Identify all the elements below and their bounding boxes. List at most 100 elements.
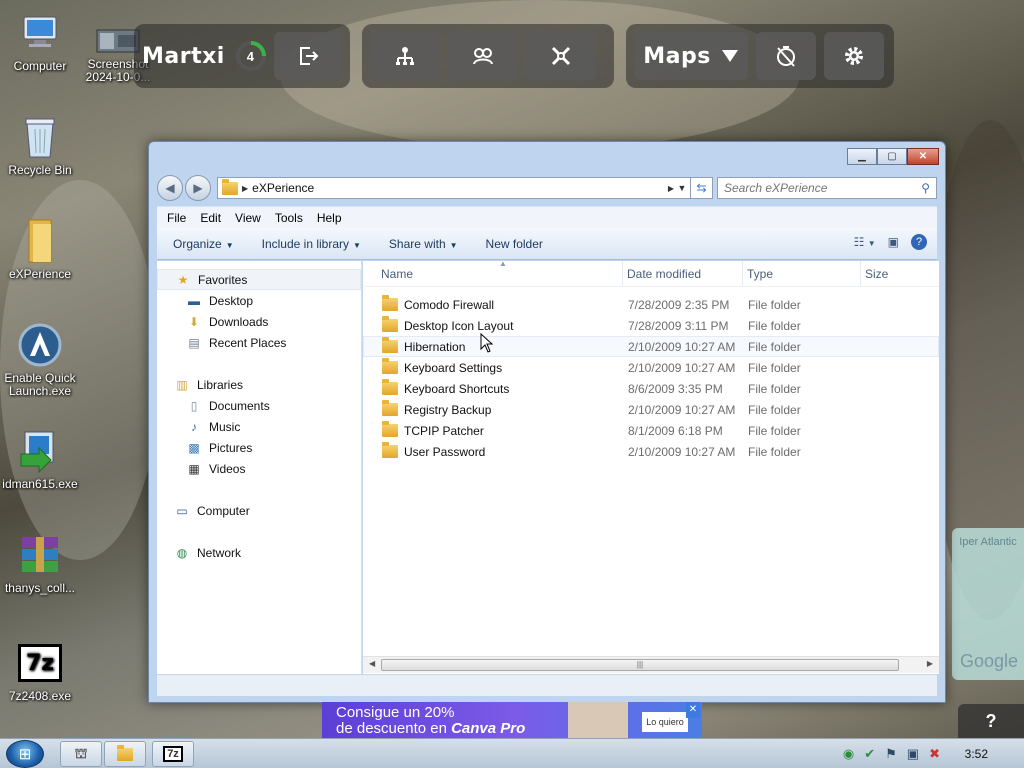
scrollbar-thumb[interactable]: |||: [381, 659, 899, 671]
star-icon: ★: [177, 272, 189, 287]
crossed-swords-icon: [551, 46, 571, 66]
search-input[interactable]: [724, 181, 922, 195]
file-list: ▲ Name Date modified Type Size Comodo Fi…: [363, 259, 939, 674]
desktop-icon-label: thanys_coll...: [4, 581, 76, 595]
action-center-flag-icon[interactable]: ⚑: [885, 746, 897, 762]
display-tray-icon[interactable]: ▣: [907, 746, 919, 762]
back-button[interactable]: ◀: [157, 175, 183, 201]
nav-videos[interactable]: ▦ Videos: [157, 458, 361, 479]
scroll-left-icon[interactable]: ◀: [369, 659, 375, 668]
file-row[interactable]: Keyboard Shortcuts 8/6/2009 3:35 PM File f…: [363, 378, 939, 399]
include-in-library-button[interactable]: Include in library ▼: [262, 237, 361, 251]
nav-network[interactable]: ◍ Network: [157, 542, 361, 563]
ad-image: [568, 702, 628, 739]
hierarchy-icon: [396, 47, 414, 65]
desktop-icon-7z[interactable]: 7z 7z2408.exe: [0, 640, 80, 703]
breadcrumb-current[interactable]: eXPerience: [252, 181, 668, 195]
file-row[interactable]: TCPIP Patcher 8/1/2009 6:18 PM File folder: [363, 420, 939, 441]
group-button[interactable]: [448, 32, 518, 80]
nav-favorites[interactable]: ★ Favorites: [157, 269, 361, 290]
file-row[interactable]: Keyboard Settings 2/10/2009 10:27 AM File …: [363, 357, 939, 378]
view-options-button[interactable]: ☷ ▼: [854, 235, 876, 249]
minimize-button[interactable]: ▁: [847, 148, 877, 165]
logout-button[interactable]: [274, 32, 342, 80]
file-row[interactable]: Registry Backup 2/10/2009 10:27 AM File fo…: [363, 399, 939, 420]
column-size[interactable]: Size: [861, 261, 939, 286]
nav-pictures[interactable]: ▩ Pictures: [157, 437, 361, 458]
preview-pane-button[interactable]: ▣: [888, 235, 899, 249]
column-date-modified[interactable]: Date modified: [623, 261, 743, 286]
window-titlebar[interactable]: ▁ ▢ ✕: [149, 142, 945, 172]
new-folder-button[interactable]: New folder: [486, 237, 543, 251]
menu-edit[interactable]: Edit: [200, 211, 221, 225]
nav-libraries[interactable]: ▥ Libraries: [157, 374, 361, 395]
address-bar[interactable]: ▶ eXPerience ▶ ▼: [217, 177, 691, 199]
libraries-icon: ▥: [176, 377, 188, 392]
help-button[interactable]: ?: [958, 704, 1024, 738]
map-preview[interactable]: Iper Atlantic Google: [952, 528, 1024, 680]
file-row[interactable]: Hibernation 2/10/2009 10:27 AM File folder: [363, 336, 939, 357]
maps-dropdown[interactable]: Maps: [634, 32, 748, 80]
start-button[interactable]: ⊞: [6, 740, 44, 768]
nav-recent-places[interactable]: ▤ Recent Places: [157, 332, 361, 353]
organize-button[interactable]: Organize ▼: [173, 237, 234, 251]
menu-bar: File Edit View Tools Help: [157, 206, 937, 228]
menu-help[interactable]: Help: [317, 211, 342, 225]
nav-desktop[interactable]: ▬ Desktop: [157, 290, 361, 311]
nav-computer[interactable]: ▭ Computer: [157, 500, 361, 521]
taskbar-clock[interactable]: 3:52: [965, 747, 988, 761]
taskbar-app-explorer[interactable]: ⛫: [60, 741, 102, 767]
help-button[interactable]: ?: [911, 234, 927, 250]
refresh-icon: ⇆: [696, 181, 707, 195]
folder-icon: [16, 218, 64, 264]
taskbar-app-folder[interactable]: [104, 741, 146, 767]
scroll-right-icon[interactable]: ▶: [927, 659, 933, 668]
address-dropdown-icon[interactable]: ▼: [674, 183, 690, 193]
desktop-icon-recycle-bin[interactable]: Recycle Bin: [0, 114, 80, 177]
refresh-button[interactable]: ⇆: [691, 177, 713, 199]
menu-tools[interactable]: Tools: [275, 211, 303, 225]
menu-file[interactable]: File: [167, 211, 186, 225]
battle-button[interactable]: [526, 32, 596, 80]
view-list-icon: ☷: [853, 235, 865, 249]
desktop-icon-experience-folder[interactable]: eXPerience: [0, 218, 80, 281]
taskbar-app-7z[interactable]: 7z: [152, 741, 194, 767]
share-with-button[interactable]: Share with ▼: [389, 237, 458, 251]
chevron-down-icon: ▼: [449, 240, 458, 250]
ad-close-icon[interactable]: ✕: [686, 702, 700, 718]
timer-off-button[interactable]: [756, 32, 816, 80]
network-tray-icon[interactable]: ◉: [843, 746, 854, 762]
hierarchy-button[interactable]: [370, 32, 440, 80]
close-button[interactable]: ✕: [907, 148, 939, 165]
search-icon[interactable]: ⚲: [921, 181, 930, 195]
settings-button[interactable]: [824, 32, 884, 80]
column-name[interactable]: Name: [363, 261, 623, 286]
ad-banner[interactable]: Consigue un 20% de descuento en Canva Pr…: [322, 702, 702, 739]
horizontal-scrollbar[interactable]: ◀ ||| ▶: [363, 656, 939, 673]
desktop-icon-idman[interactable]: idman615.exe: [0, 428, 80, 491]
desktop-icon-thanys[interactable]: thanys_coll...: [0, 532, 80, 595]
nav-documents[interactable]: ▯ Documents: [157, 395, 361, 416]
search-box[interactable]: ⚲: [717, 177, 937, 199]
mouse-cursor-icon: [480, 333, 494, 353]
ad-cta-button[interactable]: Lo quiero: [642, 712, 688, 732]
security-tray-icon[interactable]: ✔: [864, 746, 875, 762]
file-row[interactable]: Comodo Firewall 7/28/2009 2:35 PM File fol…: [363, 294, 939, 315]
column-type[interactable]: Type: [743, 261, 861, 286]
maximize-button[interactable]: ▢: [877, 148, 907, 165]
file-row[interactable]: Desktop Icon Layout 7/28/2009 3:11 PM File…: [363, 315, 939, 336]
grip-icon: |||: [636, 660, 644, 669]
forward-button[interactable]: ▶: [185, 175, 211, 201]
nav-music[interactable]: ♪ Music: [157, 416, 361, 437]
menu-view[interactable]: View: [235, 211, 261, 225]
folder-icon: [382, 358, 398, 374]
nav-downloads[interactable]: ⬇ Downloads: [157, 311, 361, 332]
desktop-icon-computer[interactable]: Computer: [0, 10, 80, 73]
volume-muted-icon[interactable]: ✖: [929, 746, 940, 762]
command-bar: Organize ▼ Include in library ▼ Share with…: [157, 228, 937, 260]
google-logo: Google: [960, 651, 1019, 671]
desktop-icon-enable-quick-launch[interactable]: Enable Quick Launch.exe: [0, 322, 80, 398]
player-name: Martxi: [142, 43, 225, 69]
player-profile[interactable]: Martxi 4: [142, 32, 266, 80]
file-row[interactable]: User Password 2/10/2009 10:27 AM File fold…: [363, 441, 939, 462]
